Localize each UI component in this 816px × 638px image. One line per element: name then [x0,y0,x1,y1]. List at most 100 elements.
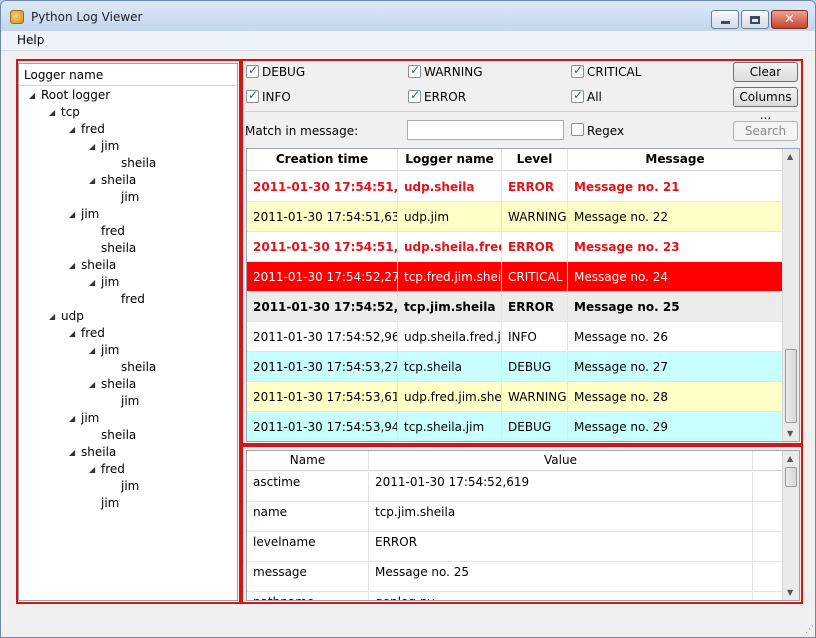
log-row[interactable]: 2011-01-30 17:54:53,276 tcp.sheila DEBUG Me… [247,352,783,382]
expand-arrow-icon[interactable]: ◢ [69,414,75,423]
tree-node[interactable]: jim [81,207,99,221]
tree-node[interactable]: sheila [81,258,116,272]
critical-checkbox[interactable]: ✓ [571,63,584,78]
detail-table[interactable]: Name Value asctime 2011-01-30 17:54:52,61… [246,450,800,601]
tree-node[interactable]: fred [81,326,105,340]
detail-row[interactable]: asctime 2011-01-30 17:54:52,619 [247,472,783,502]
error-checkbox[interactable]: ✓ [408,88,421,103]
scroll-up-icon[interactable]: ▲ [787,152,793,161]
all-checkbox[interactable]: ✓ [571,88,584,103]
tree-node[interactable]: jim [121,394,139,408]
tree-node[interactable]: jim [101,275,119,289]
expand-arrow-icon[interactable]: ◢ [89,278,95,287]
expand-arrow-icon[interactable]: ◢ [69,125,75,134]
tree-node[interactable]: sheila [101,173,136,187]
close-button[interactable]: ✕ [771,10,808,29]
maximize-button[interactable] [741,10,769,29]
match-input[interactable] [407,120,564,140]
log-row[interactable]: 2011-01-30 17:54:52,619tcp.jim.sheilaERR… [247,292,783,322]
expand-arrow-icon[interactable]: ◢ [89,380,95,389]
tree-node[interactable]: jim [121,190,139,204]
checkmark-icon: ✓ [573,88,584,102]
tree-node[interactable]: sheila [121,360,156,374]
expand-arrow-icon[interactable]: ◢ [69,210,75,219]
column-header-name[interactable]: Name [247,451,369,471]
scroll-thumb[interactable] [785,467,797,487]
menu-help[interactable]: Help [17,33,44,47]
search-button[interactable]: Search [733,121,798,141]
expand-arrow-icon[interactable]: ◢ [69,329,75,338]
log-cell-logger: tcp.sheila.jim [398,412,502,441]
column-header-logger-name[interactable]: Logger name [398,149,502,171]
expand-arrow-icon[interactable]: ◢ [89,346,95,355]
detail-row[interactable]: name tcp.jim.sheila [247,502,783,532]
clear-button[interactable]: Clear [733,62,798,82]
tree-node[interactable]: sheila [101,377,136,391]
tree-node[interactable]: sheila [121,156,156,170]
column-header-message[interactable]: Message [568,149,783,171]
log-row[interactable]: 2011-01-30 17:54:51,963udp.sheila.fredER… [247,232,783,262]
tree-node[interactable]: sheila [101,241,136,255]
log-cell-message: Message no. 26 [568,322,783,352]
log-table[interactable]: Creation time Logger name Level Message … [246,148,800,442]
tree-node[interactable]: sheila [101,428,136,442]
tree-node[interactable]: jim [81,411,99,425]
expand-arrow-icon[interactable]: ◢ [89,176,95,185]
detail-row[interactable]: message Message no. 25 [247,562,783,592]
tree-node[interactable]: fred [121,292,145,306]
tree-node[interactable]: sheila [81,445,116,459]
log-cell-message: Message no. 21 [568,172,783,202]
log-cell-level: DEBUG [502,352,568,382]
scroll-down-icon[interactable]: ▼ [787,588,793,597]
minimize-button[interactable] [711,10,739,29]
log-cell-time: 2011-01-30 17:54:53,947 [247,412,398,441]
logger-tree[interactable]: Logger name ◢ Root logger ◢ tcp ◢ fred ◢ jim she… [18,63,238,601]
tree-node[interactable]: jim [121,479,139,493]
expand-arrow-icon[interactable]: ◢ [69,261,75,270]
expand-arrow-icon[interactable]: ◢ [49,312,55,321]
expand-arrow-icon[interactable]: ◢ [89,142,95,151]
columns-button[interactable]: Columns ... [733,87,798,122]
log-cell-level: ERROR [502,292,568,322]
column-header-creation-time[interactable]: Creation time [247,149,398,171]
detail-table-scrollbar[interactable]: ▲ ▼ [782,451,799,600]
expand-arrow-icon[interactable]: ◢ [29,91,35,100]
debug-checkbox[interactable]: ✓ [246,63,259,78]
title-bar[interactable]: Python Log Viewer ✕ [1,1,815,31]
regex-checkbox[interactable] [571,123,584,136]
log-row[interactable]: 2011-01-30 17:54:53,947 tcp.sheila.jim DEB… [247,412,783,441]
log-row[interactable]: 2011-01-30 17:54:53,619udp.fred.jim.shei… [247,382,783,412]
tree-node[interactable]: tcp [61,105,80,119]
scroll-up-icon[interactable]: ▲ [787,454,793,463]
log-row[interactable]: 2011-01-30 17:54:52,276 tcp.fred.jim.shei… [247,262,783,292]
info-checkbox[interactable]: ✓ [246,88,259,103]
resize-grip-icon[interactable]: ⋰ [805,625,814,635]
tree-node[interactable]: jim [101,496,119,510]
column-header-value[interactable]: Value [369,451,753,471]
log-table-header: Creation time Logger name Level Message [247,149,783,171]
scroll-down-icon[interactable]: ▼ [787,429,793,438]
log-row[interactable]: 2011-01-30 17:54:52,963 udp.sheila.fred.j… [247,322,783,352]
tree-node[interactable]: Root logger [41,88,110,102]
tree-node[interactable]: fred [101,462,125,476]
tree-node[interactable]: fred [101,224,125,238]
log-row[interactable]: 2011-01-30 17:54:51,634 udp.jim WARNING Mes… [247,202,783,232]
detail-row[interactable]: levelname ERROR [247,532,783,562]
scroll-thumb[interactable] [785,349,797,423]
tree-node[interactable]: jim [101,343,119,357]
critical-checkbox-label: CRITICAL [587,65,642,79]
warning-checkbox[interactable]: ✓ [408,63,421,78]
tree-node[interactable]: udp [61,309,84,323]
tree-node[interactable]: fred [81,122,105,136]
log-row[interactable]: 2011-01-30 17:54:51,322udp.sheilaERRORMe… [247,172,783,202]
log-table-scrollbar[interactable]: ▲ ▼ [782,149,799,441]
detail-cell-value: ERROR [369,532,753,562]
expand-arrow-icon[interactable]: ◢ [89,465,95,474]
column-header-level[interactable]: Level [502,149,568,171]
expand-arrow-icon[interactable]: ◢ [69,448,75,457]
tree-header[interactable]: Logger name [19,64,237,86]
detail-row[interactable]: pathnamegenlog.py [247,592,783,600]
tree-node[interactable]: jim [101,139,119,153]
expand-arrow-icon[interactable]: ◢ [49,108,55,117]
detail-cell-empty [753,562,783,592]
